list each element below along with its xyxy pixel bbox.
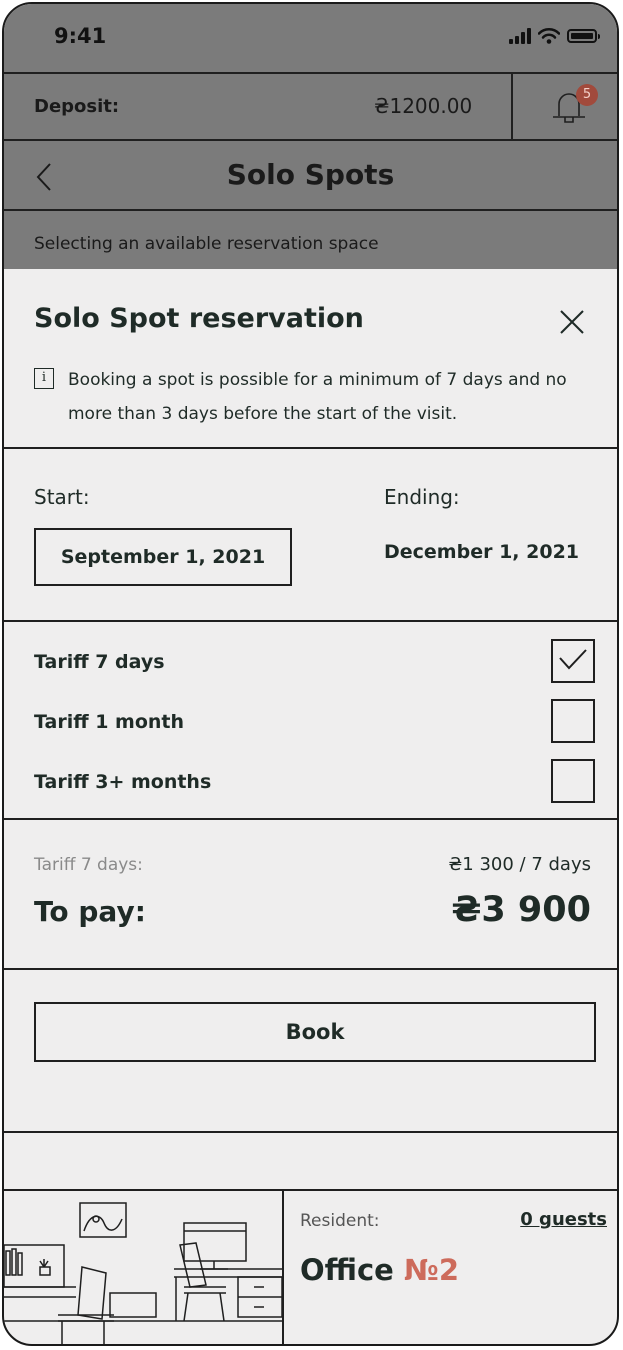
deposit-label: Deposit: [34, 96, 120, 117]
modal-header: Solo Spot reservation i Booking a spot i… [4, 269, 617, 449]
tariff-option[interactable]: Tariff 7 days [4, 639, 617, 683]
start-label: Start: [34, 485, 90, 509]
start-date-field[interactable]: September 1, 2021 [34, 528, 292, 586]
phone-frame: 9:41 Deposit: ₴1200.00 5 Solo Spots Sele… [2, 2, 619, 1346]
end-label: Ending: [384, 485, 460, 509]
checkmark-icon [559, 649, 587, 670]
payment-summary: Tariff 7 days: ₴1 300 / 7 days To pay: ₴… [4, 820, 617, 970]
info-icon: i [34, 368, 54, 389]
notification-badge: 5 [576, 84, 598, 106]
office-title: Office №2 [300, 1253, 459, 1287]
status-icons [509, 28, 600, 44]
to-pay-amount: ₴3 900 [451, 890, 591, 930]
notifications-button[interactable]: 5 [511, 74, 617, 139]
title-bar: Solo Spots [4, 141, 617, 211]
guests-link[interactable]: 0 guests [520, 1209, 607, 1230]
tariff-checkbox[interactable] [551, 699, 595, 743]
tariff-option[interactable]: Tariff 3+ months [4, 759, 617, 803]
status-time: 9:41 [54, 24, 107, 48]
office-number: №2 [403, 1253, 460, 1287]
deposit-bar: Deposit: ₴1200.00 5 [4, 72, 617, 141]
wifi-icon [538, 28, 560, 44]
selected-tariff-label: Tariff 7 days: [34, 855, 143, 875]
book-button[interactable]: Book [34, 1002, 596, 1062]
resident-label: Resident: [300, 1211, 380, 1231]
office-name: Office [300, 1253, 394, 1287]
battery-icon [567, 29, 600, 43]
subtitle-bar: Selecting an available reservation space [4, 211, 617, 269]
dates-section: Start: Ending: September 1, 2021 Decembe… [4, 449, 617, 622]
office-illustration [4, 1191, 284, 1344]
tariff-label: Tariff 3+ months [34, 771, 212, 793]
close-icon[interactable] [559, 309, 585, 335]
tariff-options: Tariff 7 days Tariff 1 month Tariff 3+ m… [4, 622, 617, 820]
page-title: Solo Spots [226, 158, 395, 191]
end-date-value: December 1, 2021 [384, 541, 580, 563]
status-bar: 9:41 [4, 4, 617, 72]
deposit-value: ₴1200.00 [374, 94, 473, 118]
tariff-option[interactable]: Tariff 1 month [4, 699, 617, 743]
signal-icon [509, 28, 531, 44]
book-section: Book [4, 970, 617, 1133]
modal-title: Solo Spot reservation [34, 303, 364, 334]
subtitle-text: Selecting an available reservation space [34, 234, 379, 254]
tariff-label: Tariff 7 days [34, 651, 165, 673]
tariff-label: Tariff 1 month [34, 711, 185, 733]
tariff-rate: ₴1 300 / 7 days [448, 854, 591, 875]
info-text: Booking a spot is possible for a minimum… [68, 370, 567, 424]
office-card[interactable]: Resident: 0 guests Office №2 [4, 1189, 617, 1344]
to-pay-label: To pay: [34, 895, 146, 928]
office-illustration-image [4, 1202, 283, 1344]
tariff-checkbox-checked[interactable] [551, 639, 595, 683]
tariff-checkbox[interactable] [551, 759, 595, 803]
